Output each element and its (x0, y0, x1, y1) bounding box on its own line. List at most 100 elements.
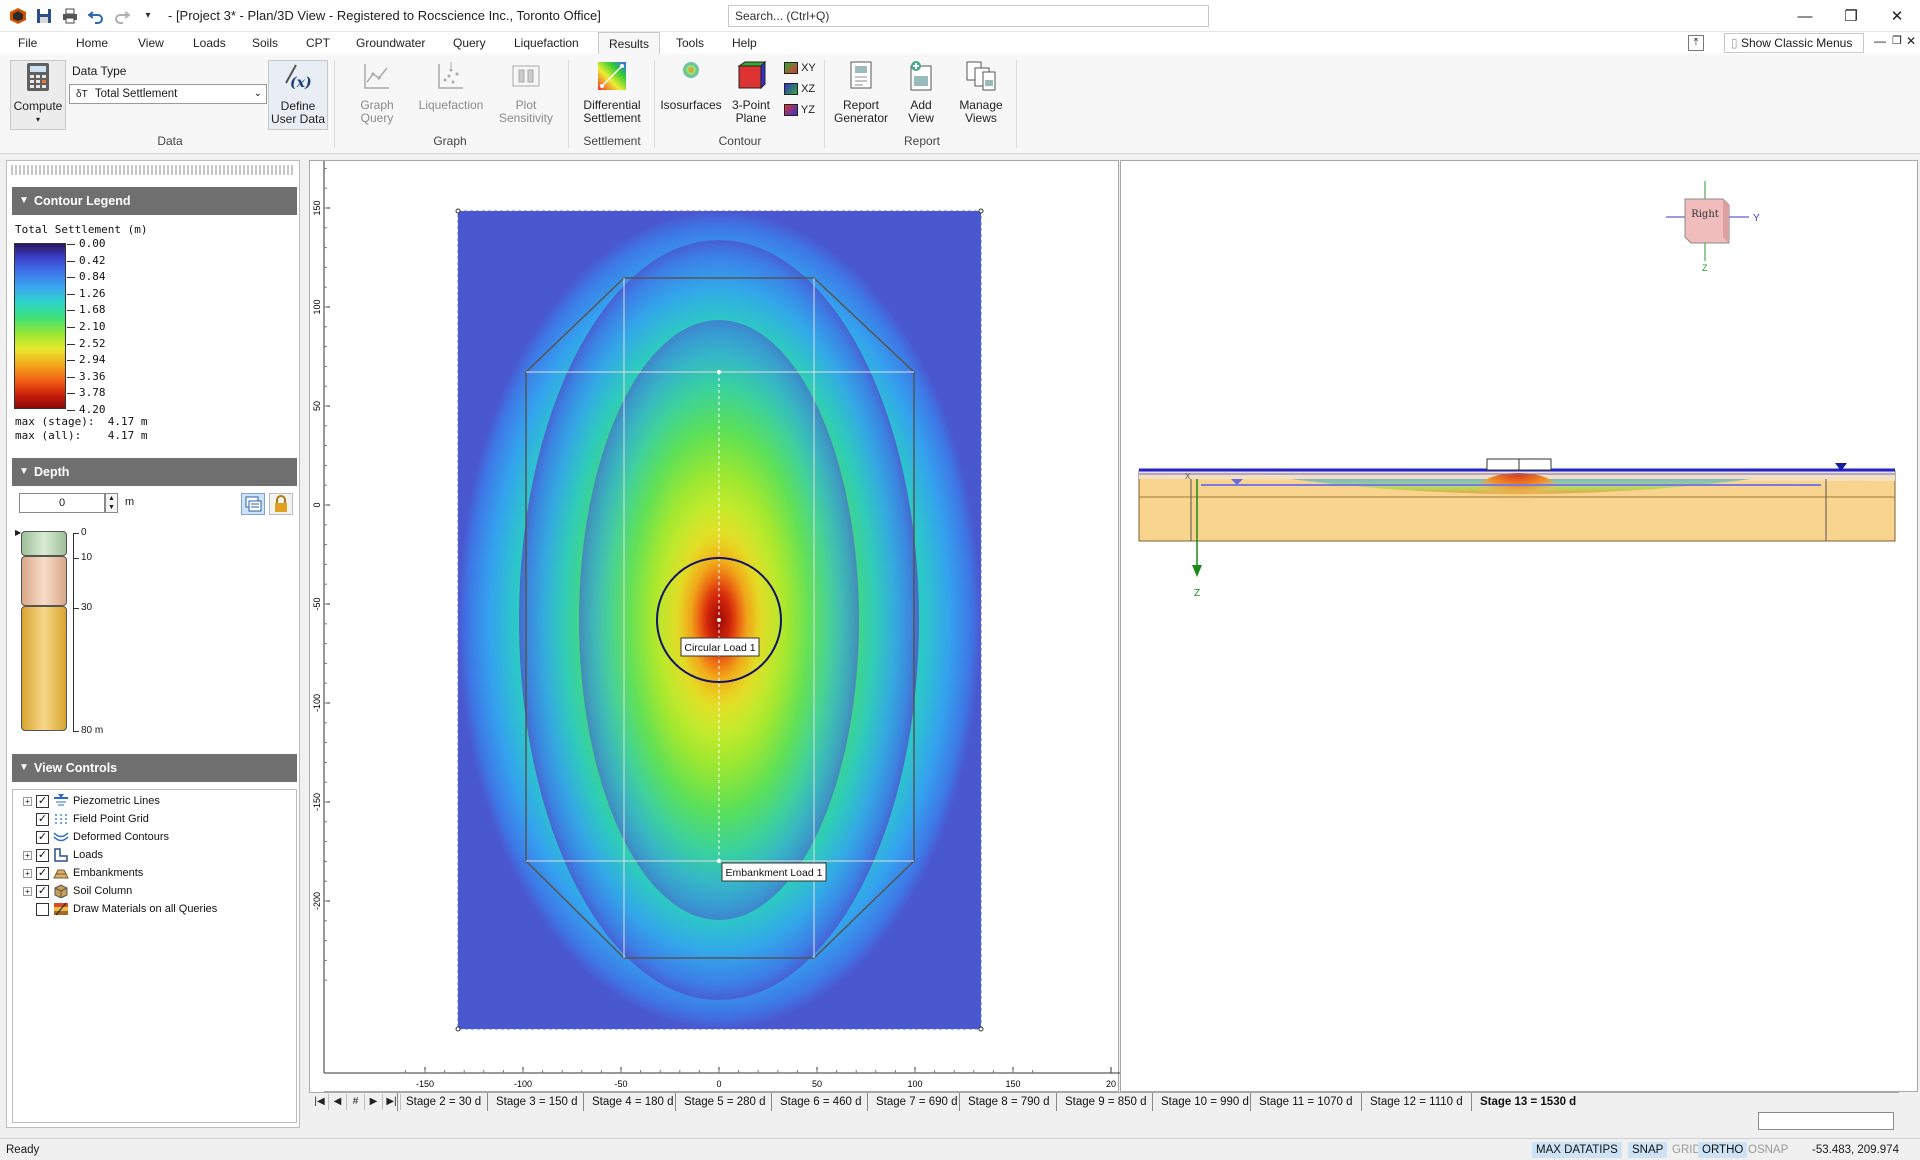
plane-xz-button[interactable]: XZ (784, 83, 815, 96)
view-cube-face[interactable] (1684, 198, 1730, 244)
checkbox[interactable]: ✓ (36, 830, 49, 844)
tab-loads[interactable]: Loads (183, 32, 236, 54)
view-cube[interactable]: Right Y Z (1666, 181, 1760, 273)
three-point-plane-button[interactable]: 3-Point Plane (726, 60, 776, 125)
tab-view[interactable]: View (128, 32, 174, 54)
mdi-close-icon[interactable]: ✕ (1906, 34, 1916, 48)
view-controls-header[interactable]: ▼ View Controls (12, 754, 297, 782)
first-stage-button[interactable]: |◀ (311, 1094, 329, 1110)
isosurfaces-button[interactable]: Isosurfaces (660, 60, 722, 112)
expand-icon[interactable]: + (23, 850, 32, 860)
plan-view[interactable]: 200150100500-50-100-150-200 -150-100-500… (309, 101, 1120, 1093)
circular-load-center[interactable] (717, 618, 721, 622)
panel-grip[interactable] (11, 165, 295, 175)
stage-number-button[interactable]: # (347, 1094, 365, 1110)
expand-icon[interactable]: + (23, 868, 32, 878)
add-view-button[interactable]: Add View (896, 60, 946, 125)
data-type-select[interactable]: δT Total Settlement ⌄ (69, 84, 267, 104)
tab-home[interactable]: Home (66, 32, 118, 54)
tree-item-soil-column[interactable]: + ✓ Soil Column (23, 882, 132, 900)
graph-query-button[interactable]: Graph Query (350, 60, 404, 125)
tab-help[interactable]: Help (722, 32, 767, 54)
max-datatips-toggle[interactable]: MAX DATATIPS (1532, 1142, 1622, 1158)
stage-tab[interactable]: Stage 13 = 1530 d (1471, 1093, 1597, 1111)
search-input[interactable]: Search... (Ctrl+Q) (728, 5, 1209, 27)
next-stage-button[interactable]: ▶ (365, 1094, 383, 1110)
tab-cpt[interactable]: CPT (296, 32, 340, 54)
tab-results[interactable]: Results (598, 32, 661, 54)
checkbox[interactable]: ✓ (36, 866, 49, 880)
mdi-restore-icon[interactable]: ❐ (1892, 34, 1902, 47)
soil-layer-3[interactable] (21, 606, 67, 731)
customize-toolbar-icon[interactable]: ▾ (138, 6, 158, 26)
stage-tab[interactable]: Stage 3 = 150 d (487, 1093, 581, 1111)
section-model[interactable]: X (1138, 458, 1896, 542)
soil-layer-1[interactable] (21, 531, 67, 556)
tree-item-piezometric-lines[interactable]: + ✓ Piezometric Lines (23, 792, 160, 810)
tree-item-deformed-contours[interactable]: ✓ Deformed Contours (23, 828, 169, 846)
mdi-minimize-icon[interactable]: — (1874, 34, 1886, 48)
plane-xy-button[interactable]: XY (784, 62, 816, 75)
undo-icon[interactable] (86, 6, 106, 26)
tab-soils[interactable]: Soils (242, 32, 288, 54)
tab-file[interactable]: File (8, 32, 48, 54)
liquefaction-button[interactable]: Liquefaction (412, 60, 490, 112)
compute-button[interactable]: Compute ▾ (10, 60, 66, 130)
stage-tab[interactable]: Stage 11 = 1070 d (1250, 1093, 1359, 1111)
app-logo-icon[interactable] (8, 6, 28, 26)
checkbox[interactable]: ✓ (36, 794, 49, 808)
minimize-icon[interactable]: — (1782, 0, 1828, 32)
lock-depth-button[interactable] (269, 493, 293, 515)
tree-item-loads[interactable]: + ✓ Loads (23, 846, 103, 864)
stage-tab[interactable]: Stage 6 = 460 d (771, 1093, 865, 1111)
stage-scrollbar[interactable] (1758, 1112, 1894, 1130)
differential-settlement-button[interactable]: Differential Settlement (578, 60, 646, 125)
expand-icon[interactable]: + (23, 796, 32, 806)
grid-corner[interactable] (978, 1026, 984, 1032)
stage-tab[interactable]: Stage 7 = 690 d (867, 1093, 958, 1111)
3d-view-canvas[interactable]: Right Y Z X Z (1121, 161, 1919, 1093)
stage-tab[interactable]: Stage 8 = 790 d (959, 1093, 1054, 1111)
previous-stage-button[interactable]: ◀ (329, 1094, 347, 1110)
grid-corner[interactable] (978, 208, 984, 214)
define-user-data-button[interactable]: (x) Define User Data (268, 60, 328, 130)
show-classic-menus-button[interactable]: ▯ Show Classic Menus (1724, 33, 1864, 53)
stage-tab[interactable]: Stage 10 = 990 d (1152, 1093, 1249, 1111)
plot-sensitivity-button[interactable]: Plot Sensitivity (494, 60, 558, 125)
tab-tools[interactable]: Tools (666, 32, 714, 54)
tab-liquefaction[interactable]: Liquefaction (504, 32, 589, 54)
centerline-point[interactable] (717, 370, 721, 374)
close-icon[interactable]: ✕ (1874, 0, 1920, 32)
tree-item-draw-materials[interactable]: Draw Materials on all Queries (23, 900, 217, 918)
depth-stepper[interactable]: ▲ ▼ (105, 493, 118, 513)
tree-item-field-point-grid[interactable]: ✓ Field Point Grid (23, 810, 149, 828)
stage-tab[interactable]: Stage 5 = 280 d (675, 1093, 769, 1111)
collapse-ribbon-icon[interactable]: ⤒ (1688, 35, 1704, 51)
view-cube-side[interactable] (1723, 199, 1729, 243)
checkbox[interactable]: ✓ (36, 884, 49, 898)
expand-icon[interactable]: + (23, 886, 32, 896)
stage-tab[interactable]: Stage 4 = 180 d (583, 1093, 674, 1111)
tab-groundwater[interactable]: Groundwater (346, 32, 435, 54)
manage-views-button[interactable]: Manage Views (952, 60, 1010, 125)
tree-item-embankments[interactable]: + ✓ Embankments (23, 864, 143, 882)
contour-legend-header[interactable]: ▼ Contour Legend (12, 187, 297, 215)
tab-query[interactable]: Query (443, 32, 496, 54)
snap-toggle[interactable]: SNAP (1628, 1142, 1668, 1158)
report-generator-button[interactable]: Report Generator (832, 60, 890, 125)
checkbox[interactable]: ✓ (36, 812, 49, 826)
checkbox[interactable]: ✓ (36, 848, 49, 862)
plane-yz-button[interactable]: YZ (784, 104, 815, 117)
grid-corner[interactable] (455, 208, 461, 214)
save-icon[interactable] (34, 6, 54, 26)
ortho-toggle[interactable]: ORTHO (1698, 1142, 1748, 1158)
plan-view-canvas[interactable]: 200150100500-50-100-150-200 -150-100-500… (310, 101, 1120, 1093)
depth-header[interactable]: ▼ Depth (12, 458, 297, 486)
restore-icon[interactable]: ❐ (1828, 0, 1874, 32)
centerline-point[interactable] (717, 859, 721, 863)
stage-tab[interactable]: Stage 2 = 30 d (397, 1093, 485, 1111)
grid-corner[interactable] (455, 1026, 461, 1032)
checkbox[interactable] (36, 902, 49, 916)
stage-tab[interactable]: Stage 12 = 1110 d (1361, 1093, 1469, 1111)
3d-view[interactable]: Right Y Z X Z (1120, 160, 1918, 1092)
